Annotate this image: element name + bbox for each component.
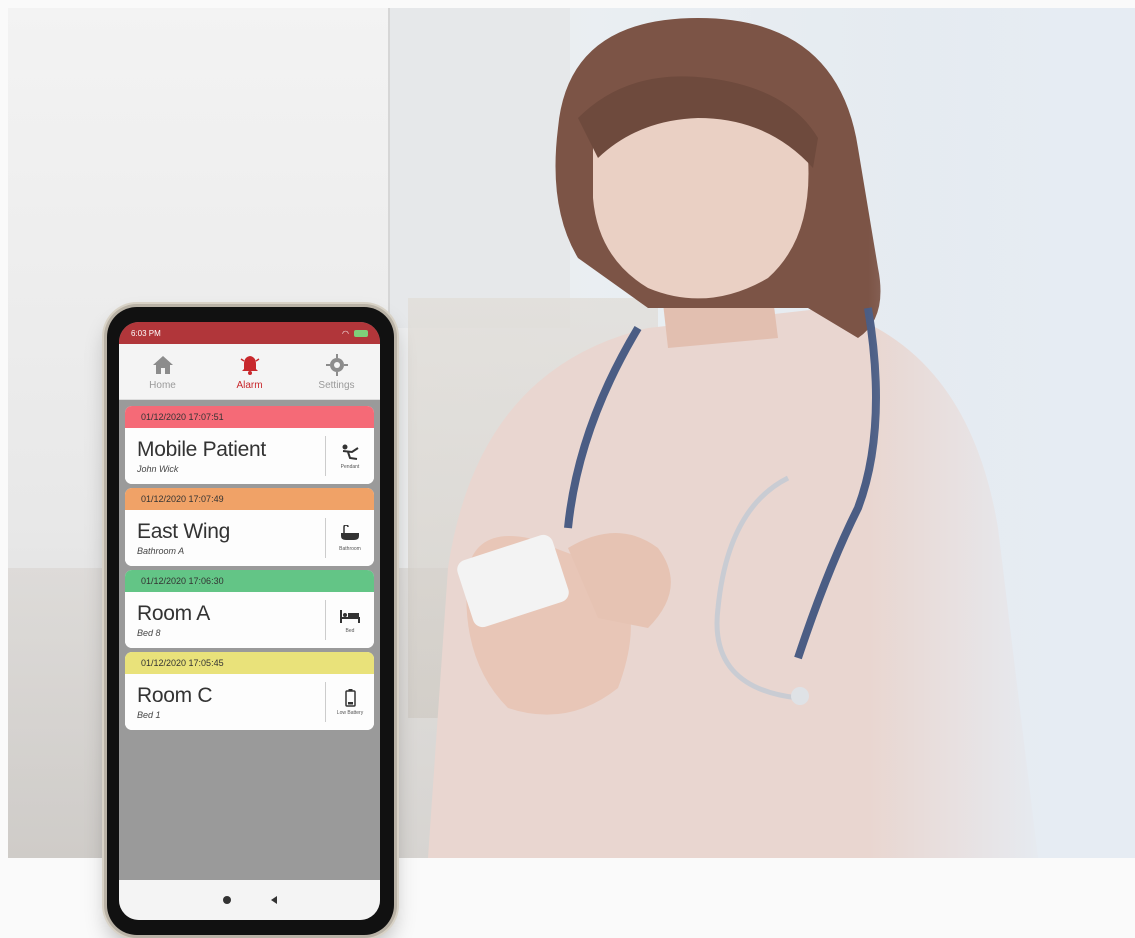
background-window <box>868 8 1135 858</box>
alarm-timestamp: 01/12/2020 17:07:51 <box>125 406 374 428</box>
alarm-list: 01/12/2020 17:07:51 Mobile Patient John … <box>119 400 380 730</box>
alarm-subtitle: John Wick <box>137 464 179 474</box>
gear-icon <box>325 353 348 376</box>
alarm-type: Low Battery <box>325 682 374 722</box>
fall-icon <box>342 444 359 460</box>
alarm-card[interactable]: 01/12/2020 17:07:51 Mobile Patient John … <box>125 406 374 484</box>
phone-screen: 6:03 PM ◠ Home Alarm Settings 01/12/2020… <box>119 322 380 920</box>
tab-settings[interactable]: Settings <box>302 353 372 391</box>
alarm-type: Pendant <box>325 436 374 476</box>
bell-icon <box>240 355 259 375</box>
alarm-subtitle: Bed 8 <box>137 628 161 638</box>
android-nav-bar <box>119 880 380 920</box>
tab-bar: Home Alarm Settings <box>119 344 380 400</box>
alarm-card[interactable]: 01/12/2020 17:07:49 East Wing Bathroom A… <box>125 488 374 566</box>
alarm-timestamp: 01/12/2020 17:07:49 <box>125 488 374 510</box>
alarm-card[interactable]: 01/12/2020 17:06:30 Room A Bed 8 Bed <box>125 570 374 648</box>
tab-home[interactable]: Home <box>128 353 198 391</box>
alarm-title: Room A <box>137 602 210 625</box>
tab-alarm-label: Alarm <box>236 379 263 391</box>
alarm-type-label: Low Battery <box>336 709 364 716</box>
alarm-type-label: Bed <box>345 627 355 634</box>
alarm-type: Bed <box>325 600 374 640</box>
alarm-title: Room C <box>137 684 213 707</box>
nav-back-button[interactable] <box>270 896 277 904</box>
nav-home-button[interactable] <box>222 896 231 904</box>
battery-icon <box>345 688 356 707</box>
tab-home-label: Home <box>149 379 176 391</box>
smartphone: 6:03 PM ◠ Home Alarm Settings 01/12/2020… <box>107 307 394 935</box>
alarm-subtitle: Bed 1 <box>137 710 161 720</box>
alarm-title: Mobile Patient <box>137 438 266 461</box>
tab-alarm[interactable]: Alarm <box>215 353 285 391</box>
bathtub-icon <box>341 524 359 540</box>
status-bar: 6:03 PM ◠ <box>119 322 380 344</box>
tab-settings-label: Settings <box>318 379 355 391</box>
bed-icon <box>340 609 360 623</box>
alarm-timestamp: 01/12/2020 17:05:45 <box>125 652 374 674</box>
wifi-icon: ◠ <box>342 328 349 338</box>
home-icon <box>152 355 173 374</box>
alarm-title: East Wing <box>137 520 230 543</box>
alarm-subtitle: Bathroom A <box>137 546 185 556</box>
alarm-type-label: Bathroom <box>339 545 361 552</box>
alarm-timestamp: 01/12/2020 17:06:30 <box>125 570 374 592</box>
alarm-card[interactable]: 01/12/2020 17:05:45 Room C Bed 1 Low Bat… <box>125 652 374 730</box>
alarm-type: Bathroom <box>325 518 374 558</box>
battery-status-icon <box>354 329 368 337</box>
alarm-type-label: Pendant <box>340 463 360 470</box>
status-time: 6:03 PM <box>131 328 161 338</box>
